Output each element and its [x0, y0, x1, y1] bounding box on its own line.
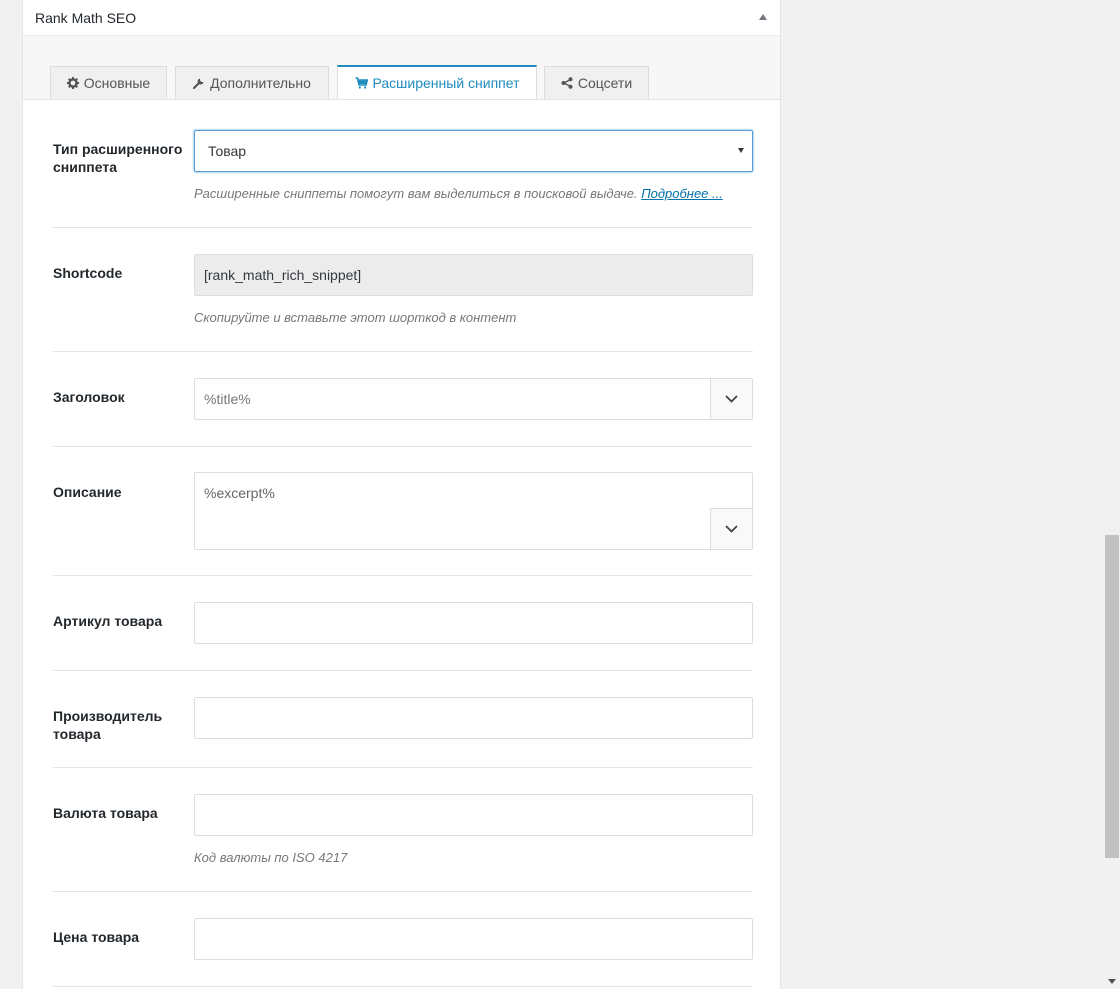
collapse-arrow-icon[interactable]: [759, 14, 767, 20]
title-input[interactable]: %title%: [194, 378, 753, 420]
tab-social[interactable]: Соцсети: [544, 66, 649, 99]
tab-label: Дополнительно: [210, 75, 311, 91]
price-label: Цена товара: [53, 929, 140, 945]
shortcode-help: Скопируйте и вставьте этот шорткод в кон…: [194, 310, 517, 325]
metabox-title: Rank Math SEO: [35, 10, 137, 26]
snippet-type-value: Товар: [208, 143, 247, 159]
divider: [53, 891, 753, 892]
tab-advanced[interactable]: Дополнительно: [175, 66, 329, 99]
snippet-type-help: Расширенные сниппеты помогут вам выделит…: [194, 186, 723, 201]
learn-more-link[interactable]: Подробнее ...: [641, 186, 723, 201]
snippet-type-select[interactable]: Товар: [194, 130, 753, 172]
chevron-down-icon: [725, 395, 738, 403]
currency-label: Валюта товара: [53, 805, 158, 821]
description-variables-button[interactable]: [710, 508, 752, 549]
wrench-icon: [193, 78, 204, 89]
chevron-down-icon: [725, 525, 738, 533]
title-variables-button[interactable]: [710, 379, 752, 419]
tab-label: Соцсети: [577, 75, 633, 91]
currency-help: Код валюты по ISO 4217: [194, 850, 348, 865]
divider: [53, 767, 753, 768]
sku-input[interactable]: [194, 602, 753, 644]
divider: [53, 670, 753, 671]
snippet-type-label: Тип расширенного сниппета: [53, 141, 183, 175]
scrollbar-thumb[interactable]: [1105, 535, 1119, 858]
shortcode-field[interactable]: [rank_math_rich_snippet]: [194, 254, 753, 296]
price-input[interactable]: [194, 918, 753, 960]
tab-rich-snippet[interactable]: Расширенный сниппет: [337, 65, 537, 99]
brand-label: Производитель товара: [53, 708, 163, 742]
gear-icon: [66, 77, 79, 89]
description-textarea[interactable]: %excerpt%: [194, 472, 753, 550]
tab-label: Основные: [83, 75, 151, 91]
share-icon: [561, 77, 573, 89]
divider: [53, 575, 753, 576]
divider: [53, 351, 753, 352]
scroll-down-arrow-icon[interactable]: [1108, 979, 1116, 984]
divider: [53, 446, 753, 447]
shortcode-label: Shortcode: [53, 265, 123, 281]
tabs-bar: Основные Дополнительно Расширенный снипп…: [23, 36, 780, 100]
description-value: %excerpt%: [204, 485, 275, 501]
snippet-type-help-text: Расширенные сниппеты помогут вам выделит…: [194, 186, 638, 201]
brand-input[interactable]: [194, 697, 753, 739]
metabox-header[interactable]: Rank Math SEO: [23, 0, 780, 36]
chevron-down-icon: [738, 148, 744, 153]
divider: [53, 986, 753, 987]
divider: [53, 227, 753, 228]
tab-general[interactable]: Основные: [50, 66, 167, 99]
currency-input[interactable]: [194, 794, 753, 836]
sku-label: Артикул товара: [53, 613, 163, 629]
title-label: Заголовок: [53, 389, 125, 405]
cart-icon: [355, 77, 368, 89]
rank-math-metabox: Rank Math SEO Основные Дополнительно Рас…: [22, 0, 781, 989]
title-value: %title%: [204, 391, 251, 407]
description-label: Описание: [53, 484, 122, 500]
tab-label: Расширенный сниппет: [372, 75, 520, 91]
